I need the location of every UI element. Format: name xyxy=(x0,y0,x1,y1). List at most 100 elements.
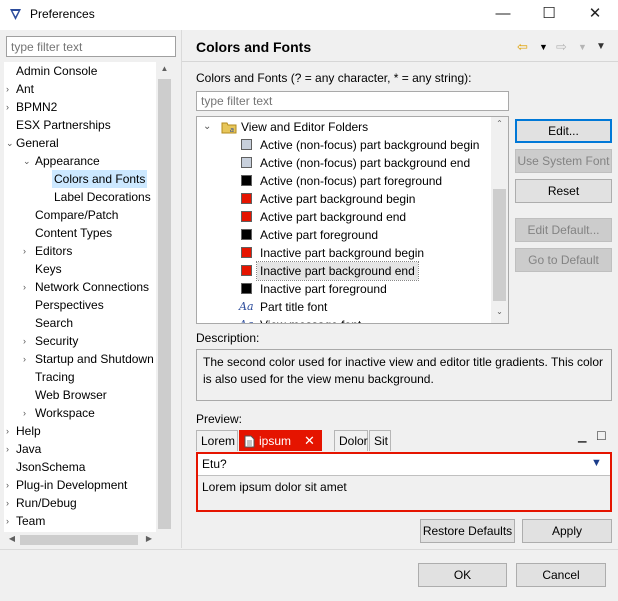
reset-button[interactable]: Reset xyxy=(515,179,612,203)
tree-item-label: JsonSchema xyxy=(16,460,86,474)
ok-button[interactable]: OK xyxy=(418,563,507,587)
minimize-view-icon[interactable]: ▁ xyxy=(578,430,586,443)
scroll-thumb[interactable] xyxy=(158,79,171,529)
apply-button[interactable]: Apply xyxy=(522,519,612,543)
edit-button[interactable]: Edit... xyxy=(515,119,612,143)
tree-horizontal-scrollbar[interactable]: ◀ ▶ xyxy=(4,532,173,548)
close-tab-icon[interactable]: ✕ xyxy=(304,431,315,451)
group-label: View and Editor Folders xyxy=(241,120,369,134)
back-menu-chevron-icon[interactable]: ▼ xyxy=(539,42,548,52)
scroll-thumb[interactable] xyxy=(20,535,138,545)
tree-vertical-scrollbar[interactable]: ▲ xyxy=(156,62,173,532)
pane-divider[interactable] xyxy=(181,30,182,548)
go-to-default-button[interactable]: Go to Default xyxy=(515,248,612,272)
scroll-up-icon[interactable]: ⌃ xyxy=(491,119,508,128)
color-swatch-icon xyxy=(241,175,252,186)
view-menu-icon[interactable]: ▼ xyxy=(596,41,606,52)
maximize-view-icon[interactable]: ☐ xyxy=(596,429,607,443)
tree-item[interactable]: ⌄ General xyxy=(6,134,59,152)
chevron-right-icon[interactable]: › xyxy=(6,512,9,530)
tree-item[interactable]: › Help xyxy=(6,422,41,440)
tree-item[interactable]: › Run/Debug xyxy=(6,494,77,512)
tree-item[interactable]: › BPMN2 xyxy=(6,98,57,116)
tree-item-label: Help xyxy=(16,424,41,438)
chevron-right-icon[interactable]: › xyxy=(6,494,9,512)
preview-tab-lorem[interactable]: Lorem xyxy=(196,430,238,451)
tree-item[interactable]: Search xyxy=(35,314,73,332)
item-label: Inactive part background begin xyxy=(260,246,425,260)
chevron-down-icon[interactable]: ⌄ xyxy=(6,134,14,152)
tree-item[interactable]: JsonSchema xyxy=(16,458,85,476)
chevron-right-icon[interactable]: › xyxy=(6,422,9,440)
tree-item[interactable]: Compare/Patch xyxy=(35,206,118,224)
item-label: Active (non-focus) part background end xyxy=(260,156,471,170)
tree-item[interactable]: › Network Connections xyxy=(23,278,149,296)
color-swatch-icon xyxy=(241,139,252,150)
preference-filter-input[interactable] xyxy=(6,36,176,57)
tree-item[interactable]: › Plug-in Development xyxy=(6,476,127,494)
font-icon: Aa xyxy=(239,316,254,323)
tree-item[interactable]: › Security xyxy=(23,332,78,350)
tree-item[interactable]: › Ant xyxy=(6,80,34,98)
chevron-right-icon[interactable]: › xyxy=(23,278,26,296)
tree-item-label: Startup and Shutdown xyxy=(35,352,154,366)
chevron-right-icon[interactable]: › xyxy=(6,440,9,458)
close-button[interactable]: ✕ xyxy=(572,0,618,30)
combo-dropdown-icon[interactable]: ▼ xyxy=(591,457,602,469)
chevron-right-icon[interactable]: › xyxy=(23,332,26,350)
scroll-down-icon[interactable]: ⌄ xyxy=(491,307,508,316)
tree-item[interactable]: › Java xyxy=(6,440,41,458)
item-label: View message font xyxy=(257,316,364,323)
chevron-right-icon[interactable]: › xyxy=(6,80,9,98)
forward-menu-chevron-icon[interactable]: ▼ xyxy=(578,42,587,52)
preview-tab-sit[interactable]: Sit xyxy=(369,430,391,451)
preview-body: Etu? ▼ Lorem ipsum dolor sit amet xyxy=(196,452,612,512)
colors-filter-input[interactable] xyxy=(196,91,509,111)
scroll-up-icon[interactable]: ▲ xyxy=(156,64,173,73)
tree-item[interactable]: › Team xyxy=(6,512,45,530)
scroll-left-icon[interactable]: ◀ xyxy=(6,534,18,543)
tree-item[interactable]: ESX Partnerships xyxy=(16,116,111,134)
scroll-thumb[interactable] xyxy=(493,189,506,301)
cancel-button[interactable]: Cancel xyxy=(516,563,606,587)
restore-defaults-button[interactable]: Restore Defaults xyxy=(420,519,515,543)
tree-item[interactable]: Admin Console xyxy=(16,62,97,80)
tree-item[interactable]: › Workspace xyxy=(23,404,95,422)
tree-item[interactable]: › Editors xyxy=(23,242,72,260)
tree-item[interactable]: Content Types xyxy=(35,224,112,242)
tree-item[interactable]: Colors and Fonts xyxy=(52,170,148,188)
tree-item[interactable]: Web Browser xyxy=(35,386,107,404)
preview-combo[interactable]: Etu? ▼ xyxy=(198,454,610,476)
forward-arrow-icon[interactable]: ⇨ xyxy=(556,39,567,55)
chevron-right-icon[interactable]: › xyxy=(23,404,26,422)
tree-item[interactable]: Perspectives xyxy=(35,296,104,314)
tree-item[interactable]: › Startup and Shutdown xyxy=(23,350,154,368)
chevron-right-icon[interactable]: › xyxy=(6,98,9,116)
chevron-down-icon[interactable]: ⌄ xyxy=(23,152,31,170)
tree-item[interactable]: Keys xyxy=(35,260,62,278)
item-label: Active part background begin xyxy=(260,192,416,206)
edit-default-button[interactable]: Edit Default... xyxy=(515,218,612,242)
tree-item[interactable]: Label Decorations xyxy=(54,188,151,206)
color-swatch-icon xyxy=(241,193,252,204)
chevron-right-icon[interactable]: › xyxy=(23,242,26,260)
colors-tree-scrollbar[interactable]: ⌃ ⌄ xyxy=(491,117,508,323)
tree-item[interactable]: ⌄ Appearance xyxy=(23,152,100,170)
maximize-button[interactable]: ☐ xyxy=(526,0,572,30)
filter-description-label: Colors and Fonts (? = any character, * =… xyxy=(196,71,472,85)
chevron-right-icon[interactable]: › xyxy=(6,476,9,494)
back-arrow-icon[interactable]: ⇦ xyxy=(517,39,528,55)
tree-item[interactable]: Tracing xyxy=(35,368,75,386)
tree-item-label: Colors and Fonts xyxy=(54,172,146,186)
minimize-button[interactable]: — xyxy=(480,0,526,30)
chevron-right-icon[interactable]: › xyxy=(23,350,26,368)
use-system-font-button[interactable]: Use System Font xyxy=(515,149,612,173)
preview-tab-ipsum[interactable]: ipsum ✕ xyxy=(239,430,322,451)
preview-label: Preview: xyxy=(196,412,243,426)
svg-text:a: a xyxy=(230,127,234,134)
chevron-down-icon[interactable]: ⌄ xyxy=(203,118,211,136)
scroll-right-icon[interactable]: ▶ xyxy=(143,534,155,543)
preview-tab-dolor[interactable]: Dolor xyxy=(334,430,368,451)
item-label: Active part foreground xyxy=(260,228,379,242)
tree-item-label: Search xyxy=(35,316,74,330)
